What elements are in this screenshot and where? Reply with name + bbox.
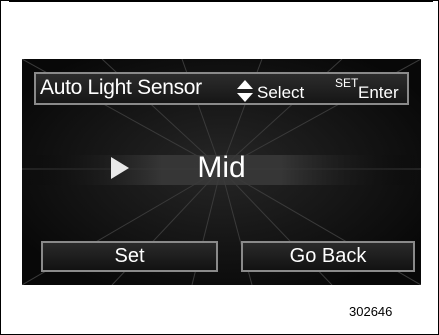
go-back-button[interactable]: Go Back xyxy=(241,241,415,272)
set-key-label: SET xyxy=(335,76,359,90)
setting-value: Mid xyxy=(197,151,246,184)
figure-frame: Auto Light Sensor Select SET Enter Mid S… xyxy=(0,0,439,335)
figure-number: 302646 xyxy=(349,304,393,319)
display-screen: Auto Light Sensor Select SET Enter Mid S… xyxy=(22,59,421,285)
screen-title: Auto Light Sensor xyxy=(40,76,202,99)
up-down-arrows-icon xyxy=(237,80,253,107)
select-hint-label: Select xyxy=(257,83,305,102)
enter-hint-label: Enter xyxy=(358,83,399,102)
header-bar: Auto Light Sensor Select SET Enter xyxy=(34,72,409,105)
setting-row[interactable]: Mid xyxy=(34,149,409,187)
set-button[interactable]: Set xyxy=(41,241,218,272)
top-rule xyxy=(9,1,433,2)
